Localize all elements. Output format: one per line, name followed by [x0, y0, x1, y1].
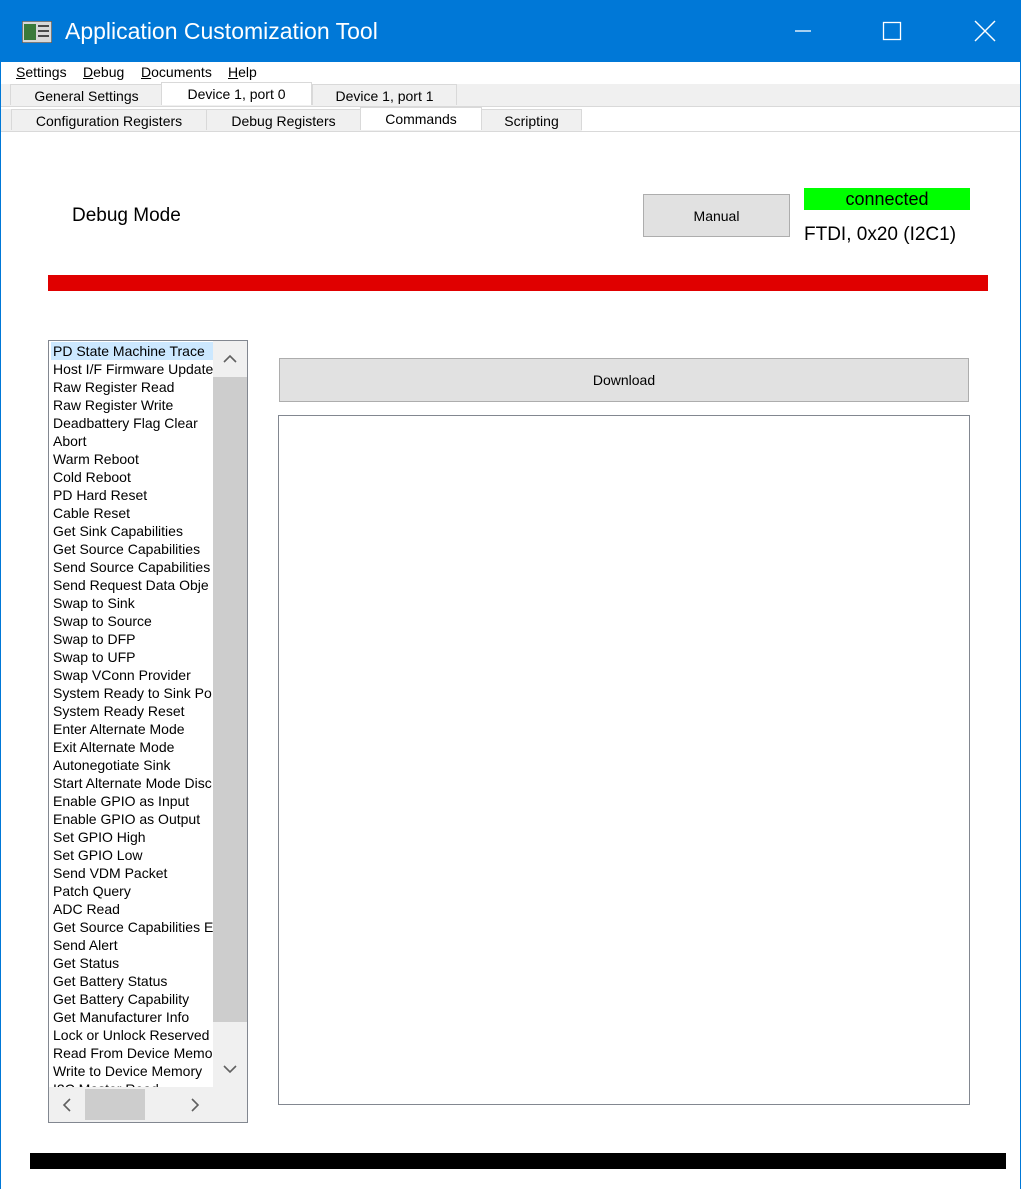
tab-device1-port1[interactable]: Device 1, port 1 [312, 84, 457, 105]
tab-general-settings[interactable]: General Settings [10, 84, 163, 105]
chevron-right-icon [191, 1097, 200, 1112]
command-list-item[interactable]: Warm Reboot [51, 450, 213, 468]
scrollbar-corner [213, 1087, 247, 1122]
command-list-item[interactable]: PD Hard Reset [51, 486, 213, 504]
tab-debug-registers[interactable]: Debug Registers [206, 109, 361, 130]
tab-strip-fill [582, 109, 1020, 131]
manual-button[interactable]: Manual [643, 194, 790, 237]
command-list-item[interactable]: Send Alert [51, 936, 213, 954]
menu-documents[interactable]: Documents [141, 64, 212, 80]
command-list-item[interactable]: Send Source Capabilities [51, 558, 213, 576]
command-list-items: PD State Machine Trace Host I/F Firmware … [49, 341, 213, 1087]
command-list-item[interactable]: Patch Query [51, 882, 213, 900]
command-list-item[interactable]: Raw Register Read [51, 378, 213, 396]
command-list-item[interactable]: ADC Read [51, 900, 213, 918]
command-list-item[interactable]: Swap to UFP [51, 648, 213, 666]
output-textbox[interactable] [278, 415, 970, 1105]
device-tab-bar: General Settings Device 1, port 0 Device… [1, 82, 1020, 107]
command-list-item[interactable]: System Ready Reset [51, 702, 213, 720]
command-list-item[interactable]: Send VDM Packet [51, 864, 213, 882]
command-list-item[interactable]: Swap to Source [51, 612, 213, 630]
command-list-item[interactable]: Cold Reboot [51, 468, 213, 486]
command-list-item[interactable]: Abort [51, 432, 213, 450]
command-list-item[interactable]: I2C Master Read [51, 1080, 213, 1087]
command-list-item[interactable]: Host I/F Firmware Update [51, 360, 213, 378]
tab-scripting[interactable]: Scripting [481, 109, 582, 130]
minimize-icon [795, 30, 811, 32]
command-list-item[interactable]: Enter Alternate Mode [51, 720, 213, 738]
command-list-item[interactable]: Deadbattery Flag Clear [51, 414, 213, 432]
window-title: Application Customization Tool [65, 18, 378, 44]
scroll-up-button[interactable] [213, 341, 247, 377]
sub-tab-bar: Configuration Registers Debug Registers … [1, 107, 1020, 132]
command-list-item[interactable]: Enable GPIO as Input [51, 792, 213, 810]
command-list-item[interactable]: Set GPIO Low [51, 846, 213, 864]
command-list-item[interactable]: Swap to Sink [51, 594, 213, 612]
maximize-button[interactable] [869, 0, 915, 62]
tab-device1-port0[interactable]: Device 1, port 0 [161, 82, 312, 105]
alert-bar [48, 275, 988, 291]
horizontal-scrollbar[interactable] [49, 1087, 213, 1122]
command-list-item[interactable]: Get Sink Capabilities [51, 522, 213, 540]
chevron-up-icon [223, 354, 237, 363]
command-list-item[interactable]: Lock or Unlock Reserved [51, 1026, 213, 1044]
command-list-item[interactable]: PD State Machine Trace [51, 342, 213, 360]
horizontal-scroll-thumb[interactable] [85, 1089, 145, 1120]
tab-commands[interactable]: Commands [360, 107, 482, 130]
vertical-scroll-thumb[interactable] [213, 377, 247, 1022]
command-list-item[interactable]: Get Battery Status [51, 972, 213, 990]
command-list-item[interactable]: Get Battery Capability [51, 990, 213, 1008]
scroll-right-button[interactable] [177, 1087, 213, 1122]
command-list-item[interactable]: Get Source Capabilities E [51, 918, 213, 936]
chevron-down-icon [223, 1065, 237, 1074]
menu-settings[interactable]: Settings [16, 64, 67, 80]
maximize-icon [882, 21, 902, 41]
command-list-item[interactable]: Raw Register Write [51, 396, 213, 414]
connection-status-badge: connected [804, 188, 970, 210]
command-list[interactable]: PD State Machine Trace Host I/F Firmware … [48, 340, 248, 1123]
minimize-button[interactable] [780, 0, 826, 62]
command-list-item[interactable]: Send Request Data Obje [51, 576, 213, 594]
command-list-item[interactable]: Get Manufacturer Info [51, 1008, 213, 1026]
command-list-item[interactable]: Start Alternate Mode Disc [51, 774, 213, 792]
command-list-item[interactable]: Read From Device Memo [51, 1044, 213, 1062]
close-button[interactable] [962, 0, 1008, 62]
close-icon [974, 20, 996, 42]
command-list-item[interactable]: Write to Device Memory [51, 1062, 213, 1080]
command-list-item[interactable]: Swap VConn Provider [51, 666, 213, 684]
command-list-item[interactable]: Get Source Capabilities [51, 540, 213, 558]
mode-label: Debug Mode [72, 205, 181, 226]
command-list-item[interactable]: Get Status [51, 954, 213, 972]
menu-debug[interactable]: Debug [83, 64, 124, 80]
command-list-item[interactable]: Cable Reset [51, 504, 213, 522]
command-list-item[interactable]: Autonegotiate Sink [51, 756, 213, 774]
command-list-item[interactable]: Set GPIO High [51, 828, 213, 846]
connection-info: FTDI, 0x20 (I2C1) [804, 224, 957, 245]
status-bar [30, 1153, 1006, 1169]
menu-bar: Settings Debug Documents Help [1, 62, 1020, 82]
tab-configuration-registers[interactable]: Configuration Registers [11, 109, 207, 130]
scroll-left-button[interactable] [49, 1087, 85, 1122]
download-button[interactable]: Download [279, 358, 969, 402]
vertical-scrollbar[interactable] [213, 341, 247, 1087]
title-bar[interactable]: Application Customization Tool [0, 0, 1021, 62]
command-list-item[interactable]: Enable GPIO as Output [51, 810, 213, 828]
app-icon [22, 21, 52, 43]
menu-help[interactable]: Help [228, 64, 257, 80]
command-list-item[interactable]: Swap to DFP [51, 630, 213, 648]
command-list-item[interactable]: System Ready to Sink Po [51, 684, 213, 702]
command-list-item[interactable]: Exit Alternate Mode [51, 738, 213, 756]
scroll-down-button[interactable] [213, 1051, 247, 1087]
chevron-left-icon [62, 1097, 71, 1112]
